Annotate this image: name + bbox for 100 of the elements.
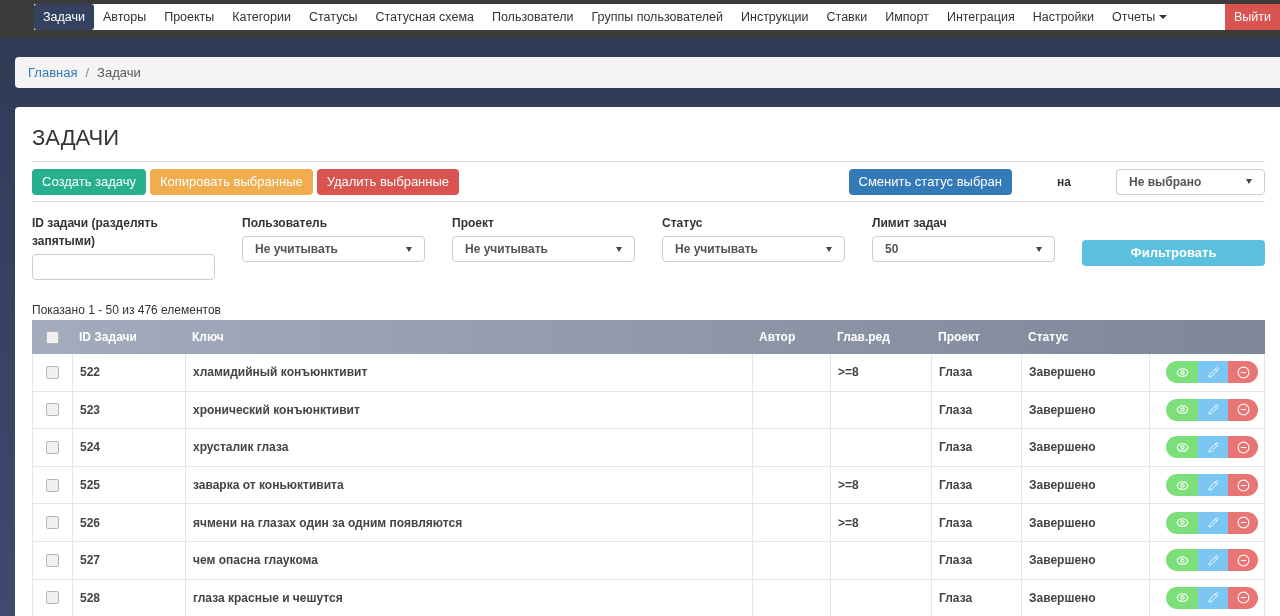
checkbox[interactable] — [46, 591, 59, 605]
table-cell-text: ячмени на глазах один за одним появляются — [193, 514, 463, 532]
table-cell-text: Завершено — [1029, 439, 1096, 457]
nav-link[interactable]: Задачи — [34, 4, 94, 30]
nav-link[interactable]: Интеграция — [937, 4, 1024, 30]
caret-icon — [616, 246, 622, 252]
checkbox[interactable] — [46, 403, 59, 417]
delete-button[interactable] — [1228, 474, 1258, 497]
logout-button[interactable]: Выйти — [1225, 4, 1280, 30]
delete-button[interactable] — [1228, 586, 1258, 609]
delete-selected-button[interactable]: Удалить выбранные — [316, 168, 460, 195]
nav-dropdown[interactable]: Отчеты — [1103, 4, 1177, 30]
table-cell-text: >=8 — [838, 364, 859, 382]
column-header: Ключ — [192, 330, 224, 344]
filter-select[interactable]: Не учитывать — [662, 236, 845, 262]
eye-icon — [1175, 403, 1189, 417]
nav-link[interactable]: Инструкции — [732, 4, 818, 30]
pencil-icon — [1207, 554, 1219, 566]
edit-button[interactable] — [1198, 511, 1228, 534]
change-status-button[interactable]: Сменить статус выбран — [848, 168, 1012, 195]
eye-icon — [1175, 441, 1189, 454]
checkbox[interactable] — [46, 553, 59, 567]
page-title: ЗАДАЧИ — [32, 124, 121, 152]
checkbox[interactable] — [46, 441, 59, 454]
filter-select[interactable]: Не учитывать — [452, 236, 635, 262]
pencil-icon — [1207, 404, 1219, 416]
table-cell-text: Завершено — [1029, 477, 1096, 495]
breadcrumb-link[interactable]: Главная — [28, 62, 78, 83]
results-summary: Показано 1 - 50 из 476 елементов — [32, 302, 222, 318]
table-cell-text: Глаза — [939, 439, 973, 457]
minus-circle-icon — [1236, 553, 1250, 567]
table-cell-text: Завершено — [1029, 552, 1096, 570]
eye-icon — [1175, 516, 1189, 530]
view-button[interactable] — [1166, 436, 1198, 459]
breadcrumb-separator: / — [85, 63, 90, 82]
eye-icon — [1175, 478, 1189, 492]
table-cell-text: Глаза — [939, 364, 973, 382]
pencil-icon — [1207, 366, 1219, 378]
to-label: на — [1056, 173, 1072, 191]
eye-icon — [1175, 365, 1189, 379]
view-button[interactable] — [1166, 586, 1198, 609]
table-cell-text: 526 — [80, 514, 101, 532]
column-header: Статус — [1028, 330, 1069, 344]
task-id-field[interactable] — [32, 254, 215, 280]
filter-label: Проект — [452, 215, 495, 232]
view-button[interactable] — [1166, 511, 1198, 534]
filter-label: ID задачи (разделять запятыми) — [32, 215, 159, 250]
nav-link[interactable]: Настройки — [1023, 4, 1103, 30]
column-header: Автор — [759, 330, 796, 344]
nav-link[interactable]: Проекты — [155, 4, 224, 30]
edit-button[interactable] — [1198, 474, 1228, 497]
nav-link[interactable]: Статусы — [300, 4, 367, 30]
table-cell-text: >=8 — [838, 514, 859, 532]
table-cell-text: чем опасна глаукома — [193, 552, 318, 570]
table-cell-text: Глаза — [939, 477, 973, 495]
filter-select[interactable]: Не учитывать — [242, 236, 425, 262]
nav-link[interactable]: Ставки — [817, 4, 877, 30]
caret-icon — [1246, 179, 1252, 184]
status-select[interactable]: Не выбрано — [1116, 168, 1265, 195]
table-cell-text: хронический конъюнктивит — [193, 401, 360, 419]
nav-link[interactable]: Статусная схема — [366, 4, 483, 30]
filter-select[interactable]: 50 — [872, 236, 1055, 262]
checkbox[interactable] — [46, 478, 59, 492]
pencil-icon — [1207, 479, 1219, 491]
table-cell-text: глаза красные и чешутся — [193, 589, 343, 607]
table-cell-text: 525 — [80, 477, 101, 495]
nav-link[interactable]: Импорт — [876, 4, 938, 30]
edit-button[interactable] — [1198, 586, 1228, 609]
table-cell-text: Завершено — [1029, 514, 1096, 532]
edit-button[interactable] — [1198, 398, 1228, 421]
caret-icon — [826, 246, 832, 252]
caret-icon — [1036, 246, 1042, 252]
table-cell-text: 527 — [80, 552, 101, 570]
edit-button[interactable] — [1198, 549, 1228, 572]
eye-icon — [1175, 553, 1189, 567]
edit-button[interactable] — [1198, 361, 1228, 384]
edit-button[interactable] — [1198, 436, 1228, 459]
nav-link[interactable]: Группы пользователей — [582, 4, 732, 30]
delete-button[interactable] — [1228, 436, 1258, 459]
table-cell-text: 523 — [80, 401, 101, 419]
nav-link[interactable]: Авторы — [93, 4, 156, 30]
pencil-icon — [1207, 442, 1219, 453]
nav-link[interactable]: Пользователи — [482, 4, 583, 30]
minus-circle-icon — [1236, 516, 1250, 530]
checkbox[interactable] — [46, 516, 59, 530]
minus-circle-icon — [1236, 403, 1250, 417]
delete-button[interactable] — [1228, 549, 1258, 572]
view-button[interactable] — [1166, 398, 1198, 421]
view-button[interactable] — [1166, 361, 1198, 384]
view-button[interactable] — [1166, 474, 1198, 497]
breadcrumb-current: Задачи — [97, 63, 141, 82]
delete-button[interactable] — [1228, 398, 1258, 421]
nav-link[interactable]: Категории — [223, 4, 300, 30]
delete-button[interactable] — [1228, 361, 1258, 384]
checkbox[interactable] — [45, 330, 59, 344]
view-button[interactable] — [1166, 549, 1198, 572]
eye-icon — [1175, 591, 1189, 605]
minus-circle-icon — [1236, 365, 1250, 379]
delete-button[interactable] — [1228, 511, 1258, 534]
checkbox[interactable] — [46, 365, 59, 379]
